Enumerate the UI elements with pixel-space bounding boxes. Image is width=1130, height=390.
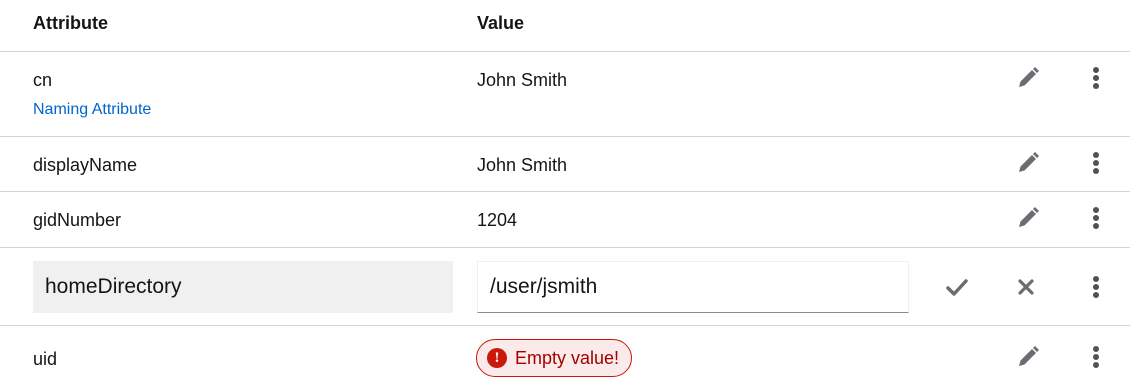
kebab-menu-icon[interactable] bbox=[1082, 149, 1110, 177]
attribute-value: 1204 bbox=[477, 210, 518, 230]
table-row: displayName John Smith bbox=[0, 137, 1130, 192]
attributes-table: Attribute Value cn Naming Attribute John… bbox=[0, 0, 1130, 390]
kebab-menu-icon[interactable] bbox=[1082, 204, 1110, 232]
table-header: Attribute Value bbox=[0, 0, 1130, 52]
close-icon[interactable] bbox=[1012, 273, 1040, 301]
pencil-icon[interactable] bbox=[1014, 343, 1042, 371]
attribute-cell: cn Naming Attribute bbox=[33, 70, 151, 119]
attribute-name: gidNumber bbox=[33, 210, 122, 230]
error-message: Empty value! bbox=[515, 347, 620, 368]
attribute-name: homeDirectory bbox=[45, 275, 182, 298]
exclamation-circle-icon: ! bbox=[487, 348, 507, 368]
kebab-menu-icon[interactable] bbox=[1082, 273, 1110, 301]
table-row-editing: homeDirectory bbox=[0, 248, 1130, 326]
check-icon[interactable] bbox=[943, 273, 971, 301]
kebab-menu-icon[interactable] bbox=[1082, 343, 1110, 371]
empty-value-error-badge: ! Empty value! bbox=[476, 339, 633, 377]
attribute-name: displayName bbox=[33, 155, 138, 175]
attribute-column-header: Attribute bbox=[33, 13, 108, 33]
pencil-icon[interactable] bbox=[1014, 64, 1042, 92]
attribute-name: uid bbox=[33, 349, 58, 369]
pencil-icon[interactable] bbox=[1014, 149, 1042, 177]
attribute-value: John Smith bbox=[477, 70, 568, 90]
attribute-name-field: homeDirectory bbox=[33, 261, 453, 313]
attribute-name: cn bbox=[33, 70, 53, 90]
table-row: uid ! Empty value! bbox=[0, 326, 1130, 390]
pencil-icon[interactable] bbox=[1014, 204, 1042, 232]
kebab-menu-icon[interactable] bbox=[1082, 64, 1110, 92]
table-row: gidNumber 1204 bbox=[0, 192, 1130, 248]
table-row: cn Naming Attribute John Smith bbox=[0, 52, 1130, 137]
attribute-value: John Smith bbox=[477, 155, 568, 175]
value-column-header: Value bbox=[477, 13, 525, 33]
attribute-value-input[interactable] bbox=[477, 261, 909, 313]
naming-attribute-label: Naming Attribute bbox=[33, 101, 152, 118]
